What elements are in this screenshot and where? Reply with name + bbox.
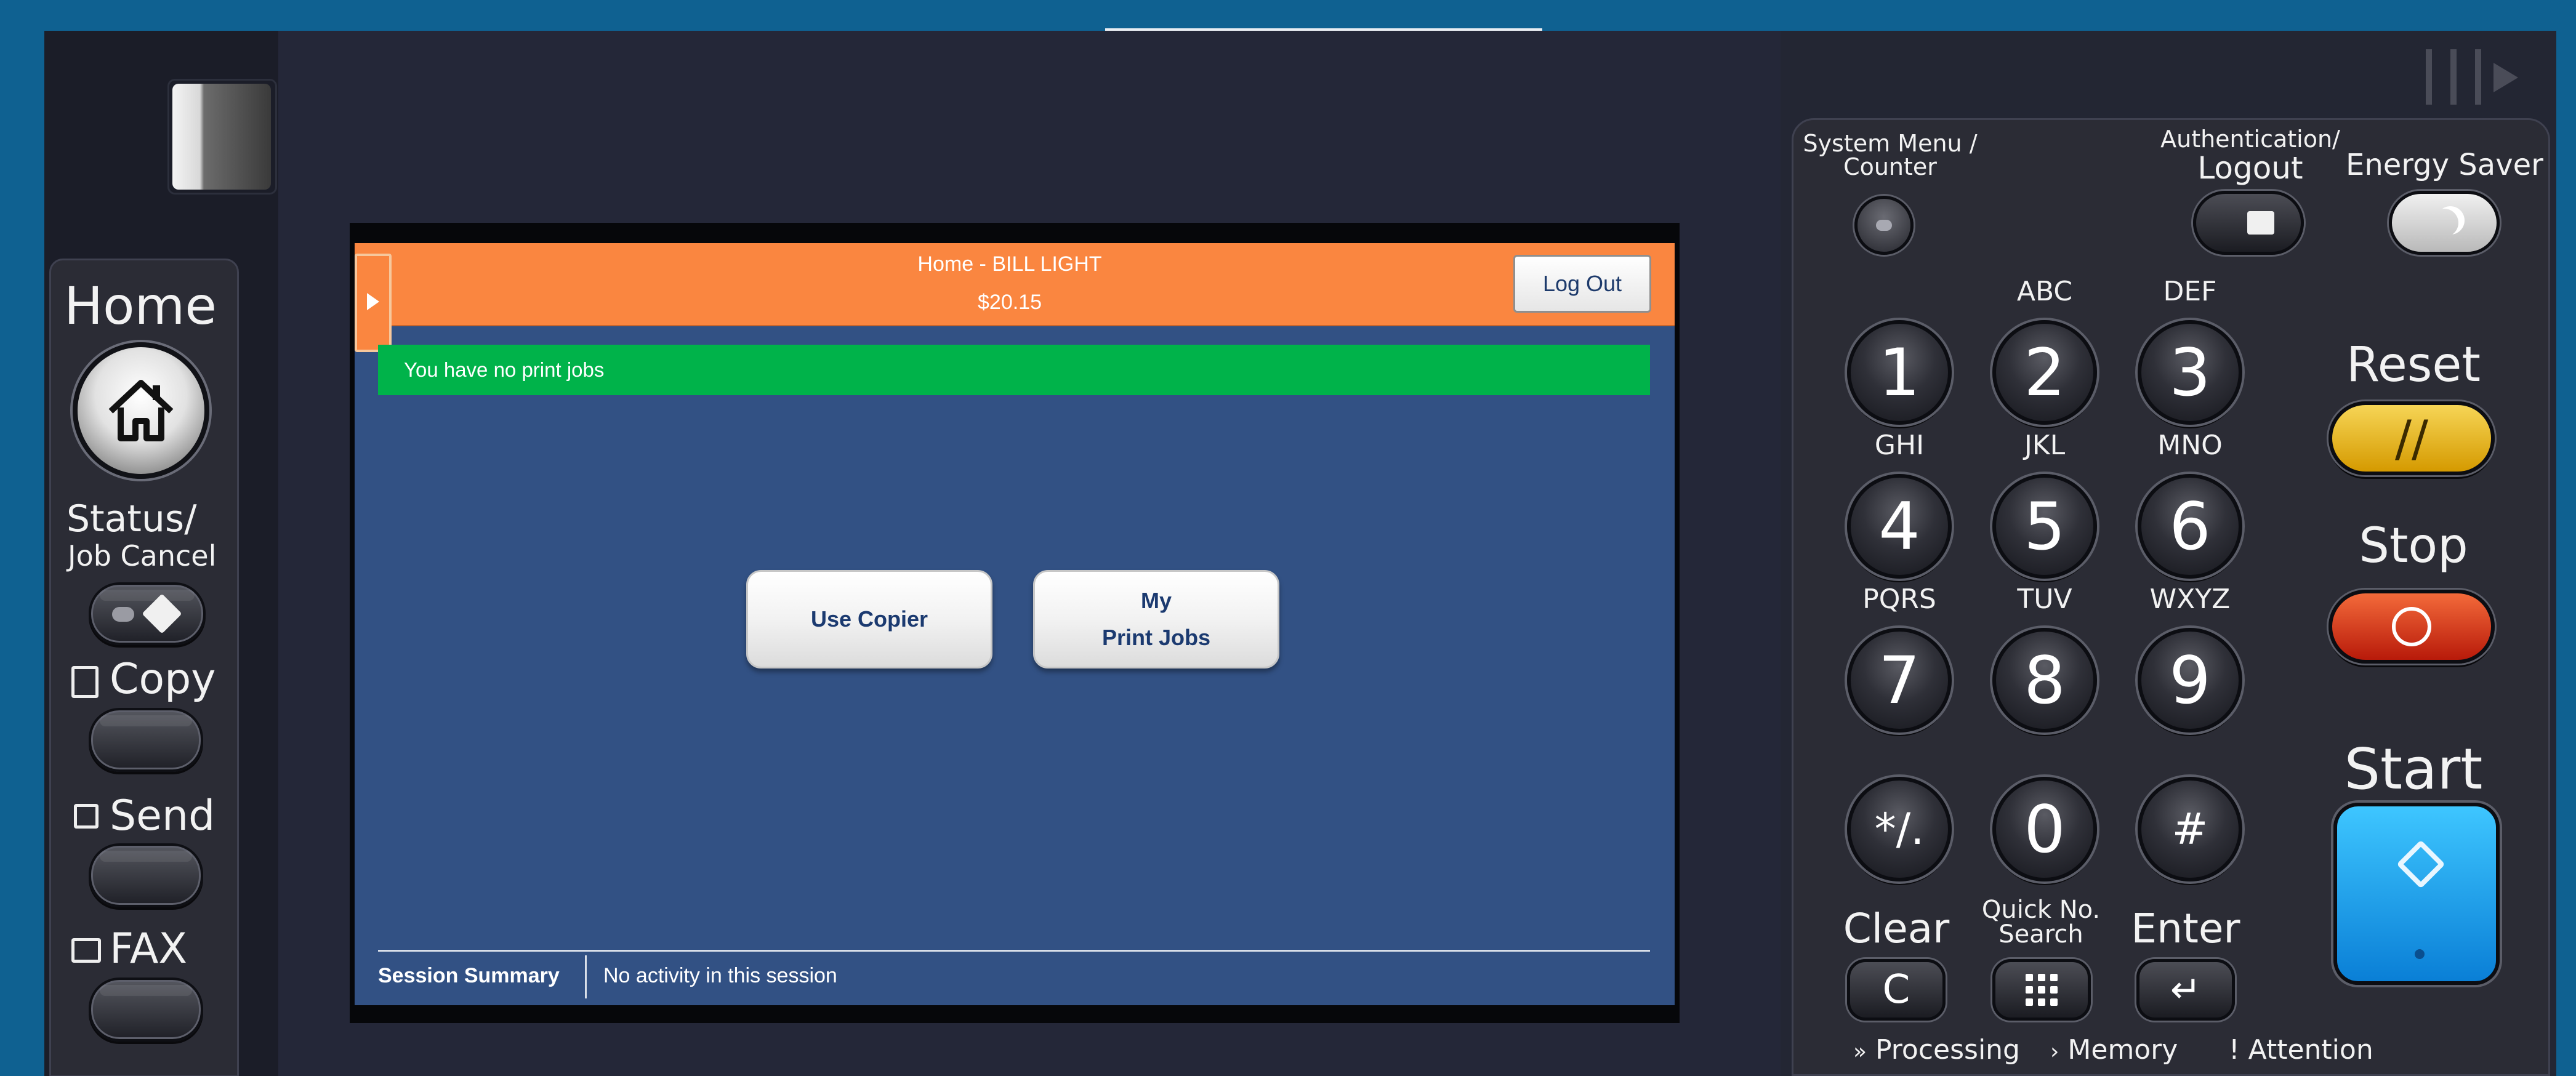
keypad-letters-6: MNO [2157,430,2223,461]
header-title: Home - BILL LIGHT [917,252,1102,276]
my-print-jobs-button[interactable]: My Print Jobs [1033,570,1279,668]
status-label-line2: Job Cancel [68,539,217,572]
send-button[interactable] [89,843,203,907]
footer-separator [585,955,587,998]
quick-search-label: Quick No. Search [1976,897,2106,947]
keypad-key-12[interactable]: # [2138,777,2242,881]
enter-arrow-icon: ↵ [2170,968,2202,1011]
moon-icon [2430,209,2458,237]
reset-slash-icon: // [2395,409,2428,467]
keypad-letters-2: ABC [2016,276,2073,307]
system-menu-label-line2: Counter [1843,153,1937,180]
grid-icon [2026,974,2058,1006]
keypad-letters-4: GHI [1874,430,1925,461]
status-led-icon [112,607,134,622]
reset-button[interactable]: // [2328,401,2495,475]
keypad-key-4[interactable]: 4 [1847,474,1952,579]
signal-bars-icon [2426,49,2549,105]
keypad-key-6[interactable]: 6 [2138,474,2242,579]
home-button[interactable] [73,342,209,479]
status-eye-icon [142,593,182,634]
energy-saver-button[interactable] [2389,191,2500,255]
stop-label: Stop [2359,518,2468,574]
clear-button[interactable]: C [1847,959,1946,1021]
lock-icon [2247,211,2274,235]
memory-icon: › [2050,1039,2059,1064]
processing-icon: » [1853,1039,1867,1064]
status-job-cancel-button[interactable] [89,582,206,645]
copy-label: Copy [110,655,216,704]
send-label: Send [110,792,215,840]
my-print-jobs-label-line2: Print Jobs [1101,625,1211,650]
expand-sidebar-tab[interactable] [355,254,392,352]
use-copier-label: Use Copier [810,606,928,632]
logout-button[interactable]: Log Out [1513,255,1651,313]
keypad-key-9[interactable]: 9 [2138,628,2242,733]
quick-search-label-line2: Search [1998,920,2083,949]
enter-button[interactable]: ↵ [2136,959,2235,1021]
start-diamond-icon [2396,840,2445,889]
system-menu-label-line1: System Menu / [1803,130,1978,157]
memory-indicator: › Memory [2050,1034,2178,1066]
attention-label: Attention [2248,1034,2373,1066]
processing-label: Processing [1875,1034,2020,1066]
processing-indicator: » Processing [1853,1034,2020,1066]
reset-label: Reset [2346,337,2481,393]
keypad-key-10[interactable]: */. [1847,777,1952,881]
stop-icon [2392,607,2431,646]
status-label-line1: Status/ [66,497,197,540]
keypad-key-11[interactable]: 0 [1992,777,2097,881]
header-balance: $20.15 [978,291,1042,314]
my-print-jobs-label-line1: My [1140,588,1172,613]
keypad-key-2[interactable]: 2 [1992,320,2097,425]
keypad-letters-5: JKL [2024,430,2066,461]
fax-label: FAX [110,925,187,973]
keypad-letters-8: TUV [2017,584,2072,615]
authentication-label-line1: Authentication/ [2160,126,2340,153]
start-button[interactable] [2333,803,2500,985]
stop-button[interactable] [2328,590,2495,664]
copy-icon [71,666,99,698]
keypad-letters-7: PQRS [1862,584,1936,615]
enter-label: Enter [2131,905,2240,952]
home-label: Home [64,276,217,336]
copy-button[interactable] [89,708,203,772]
energy-saver-label: Energy Saver [2346,148,2543,182]
footer-divider [378,950,1650,952]
card-reader-slot [172,84,271,190]
authentication-label: Authentication/ Logout [2155,126,2346,186]
session-summary-label: Session Summary [378,964,560,987]
system-menu-label: System Menu / Counter [1798,132,1982,179]
keypad-key-3[interactable]: 3 [2138,320,2242,425]
authentication-logout-button[interactable] [2193,191,2304,255]
system-menu-button[interactable] [1854,196,1914,255]
keypad-key-1[interactable]: 1 [1847,320,1952,425]
use-copier-button[interactable]: Use Copier [746,570,992,668]
session-status-text: No activity in this session [603,964,837,987]
start-led-icon [2415,949,2425,959]
keypad-key-5[interactable]: 5 [1992,474,2097,579]
keypad-key-8[interactable]: 8 [1992,628,2097,733]
memory-label: Memory [2067,1034,2178,1066]
keypad-letters-3: DEF [2163,276,2217,307]
keypad-letters-9: WXYZ [2149,584,2231,615]
quick-search-button[interactable] [1992,959,2091,1021]
start-label: Start [2344,736,2483,802]
authentication-label-line2: Logout [2197,150,2303,186]
fax-button[interactable] [89,978,203,1042]
quick-search-label-line1: Quick No. [1981,896,2101,924]
send-icon [74,804,99,829]
attention-icon: ! [2229,1034,2240,1066]
attention-indicator: ! Attention [2229,1034,2373,1066]
print-jobs-notice: You have no print jobs [378,345,1650,395]
clear-label: Clear [1843,905,1950,952]
fax-icon [71,938,101,963]
house-icon [108,380,174,441]
keypad-key-7[interactable]: 7 [1847,628,1952,733]
